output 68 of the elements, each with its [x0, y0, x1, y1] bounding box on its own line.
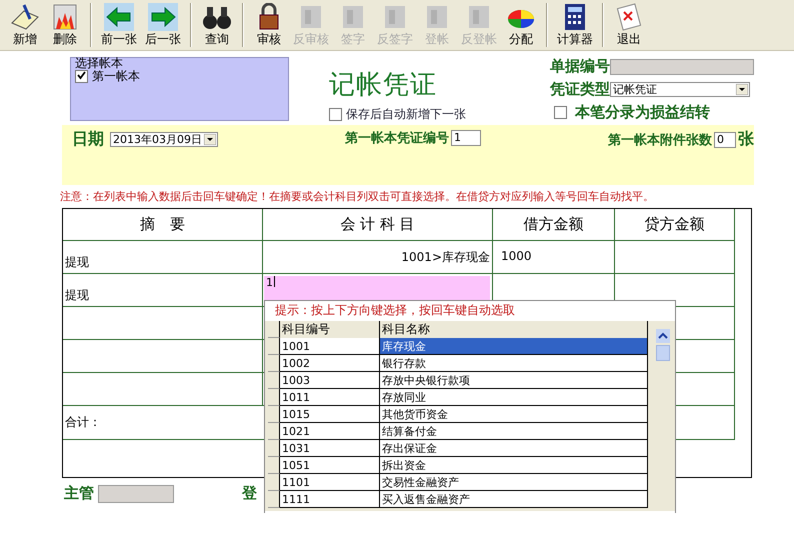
field-label: 凭证类型 [550, 80, 610, 99]
hint-text: 提示：按上下方向键选择，按回车键自动选取 [274, 302, 516, 319]
group-title: 选择帐本 [75, 55, 123, 70]
checkbox[interactable] [554, 106, 567, 119]
toolbar-button[interactable]: 删除 [46, 2, 84, 48]
column-header: 科目编号 [280, 321, 380, 338]
list-cell[interactable]: 买入返售金融资产 [380, 491, 648, 508]
table-cell: 提现 [63, 274, 263, 307]
field-label: 单据编号 [550, 57, 610, 76]
document-icon [10, 2, 40, 30]
list-cell[interactable]: 1111 [280, 491, 380, 508]
unit-label: 张 [738, 129, 754, 150]
column-header: 借方金额 [493, 209, 615, 241]
toolbar-button[interactable]: 查询 [198, 2, 236, 48]
toolbar-button[interactable]: 审核 [250, 2, 288, 48]
field-label: 登 [242, 484, 257, 503]
field-label: 第一帐本附件张数 [608, 132, 712, 148]
checkbox-label: 保存后自动新增下一张 [346, 106, 466, 123]
column-header: 贷方金额 [615, 209, 735, 241]
field-label: 主管 [64, 484, 94, 503]
list-cell[interactable]: 存出保证金 [380, 440, 648, 457]
list-cell[interactable]: 1031 [280, 440, 380, 457]
dropdown-arrow-icon [736, 84, 748, 95]
list-cell[interactable]: 1101 [280, 474, 380, 491]
checkbox[interactable] [75, 70, 88, 83]
doc-number-field[interactable] [610, 58, 754, 74]
list-cell[interactable]: 1002 [280, 355, 380, 372]
list-cell[interactable]: 结算备付金 [380, 423, 648, 440]
list-cell[interactable]: 其他货币资金 [380, 406, 648, 423]
table-cell: 1001>库存现金 [263, 241, 493, 274]
voucher-type-dropdown[interactable]: 记帐凭证 [610, 82, 750, 97]
list-cell[interactable]: 1015 [280, 406, 380, 423]
list-cell[interactable]: 1021 [280, 423, 380, 440]
column-header: 摘 要 [63, 209, 263, 241]
field-label: 日期 [72, 129, 104, 150]
list-cell[interactable]: 1051 [280, 457, 380, 474]
toolbar-button[interactable]: 后一张 [142, 2, 184, 48]
toolbar-button[interactable]: 分配 [502, 2, 540, 48]
list-cell[interactable]: 交易性金融资产 [380, 474, 648, 491]
supervisor-field[interactable] [98, 484, 174, 502]
scroll-up-icon[interactable] [656, 329, 670, 343]
list-cell[interactable]: 库存现金 [380, 338, 648, 355]
column-header: 会 计 科 目 [263, 209, 493, 241]
list-cell[interactable]: 1003 [280, 372, 380, 389]
list-cell[interactable]: 1011 [280, 389, 380, 406]
scroll-thumb[interactable] [656, 345, 670, 361]
list-cell[interactable]: 拆出资金 [380, 457, 648, 474]
table-cell: 提现 [63, 241, 263, 274]
checkbox-label: 本笔分录为损益结转 [575, 103, 710, 122]
checkbox[interactable] [329, 108, 342, 121]
list-cell[interactable]: 1001 [280, 338, 380, 355]
field-label: 第一帐本凭证编号 [345, 130, 449, 147]
list-cell[interactable]: 银行存款 [380, 355, 648, 372]
date-picker[interactable]: 2013年03月09日 [110, 132, 218, 147]
toolbar-button[interactable]: 前一张 [98, 2, 140, 48]
attachment-count-field[interactable]: 0 [714, 132, 736, 148]
list-cell[interactable]: 存放中央银行款项 [380, 372, 648, 389]
notice-text: 注意：在列表中输入数据后击回车键确定！在摘要或会计科目列双击可直接选择。在借贷方对应列输入等号回车自动找平。 [60, 189, 655, 204]
table-cell: 1000 [493, 241, 615, 274]
column-header: 科目名称 [380, 321, 648, 338]
form-title: 记帐凭证 [329, 69, 438, 102]
toolbar-button[interactable]: 退出 [610, 2, 648, 48]
toolbar-button[interactable]: 计算器 [554, 2, 596, 48]
voucher-number-field[interactable]: 1 [451, 130, 481, 146]
checkbox-label: 第一帐本 [92, 69, 140, 85]
list-cell[interactable]: 存放同业 [380, 389, 648, 406]
toolbar-button[interactable]: 新增 [6, 2, 44, 48]
dropdown-arrow-icon [204, 134, 216, 145]
